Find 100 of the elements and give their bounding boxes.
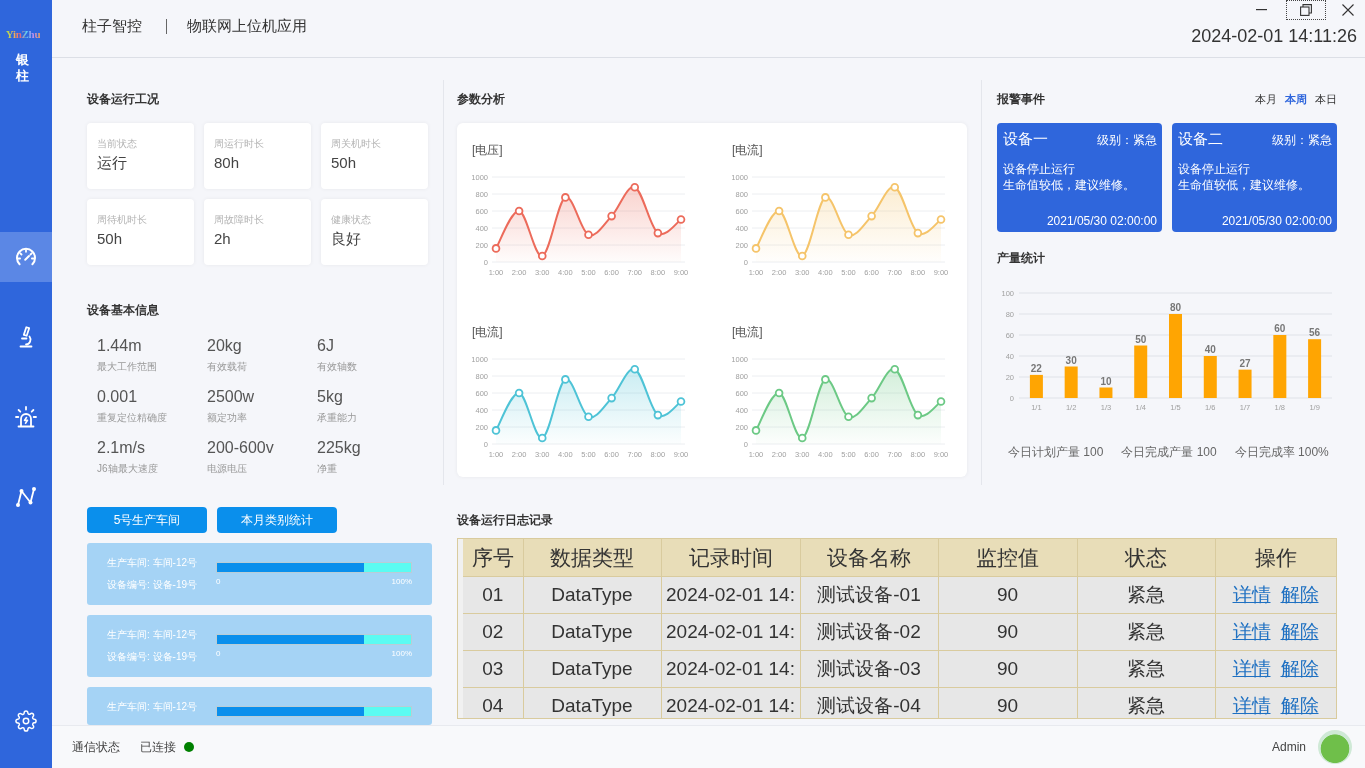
production-stat: 今日计划产量 100 bbox=[1008, 444, 1104, 460]
column-header: 操作 bbox=[1215, 539, 1336, 577]
user-name: Admin bbox=[1272, 740, 1306, 754]
table-cell: 04 bbox=[463, 687, 523, 718]
alarm-message: 生命值较低，建议维修。 bbox=[1003, 177, 1135, 193]
value-label: 10 bbox=[1100, 375, 1112, 387]
spec-value: 2.1m/s bbox=[97, 438, 146, 458]
production-stat: 今日完成产量 100 bbox=[1121, 444, 1217, 460]
brand-name: 银柱 bbox=[15, 52, 29, 84]
bar bbox=[1308, 339, 1322, 398]
action-link[interactable]: 详情 bbox=[1232, 621, 1271, 642]
path-icon bbox=[14, 485, 38, 510]
column-header: 记录时间 bbox=[661, 539, 800, 577]
period-tab[interactable]: 本周 bbox=[1285, 92, 1307, 106]
spec-label: 承重能力 bbox=[317, 411, 358, 425]
data-point bbox=[890, 364, 900, 374]
chart-title: [电压] bbox=[472, 142, 503, 159]
data-point bbox=[844, 230, 853, 240]
data-point bbox=[774, 206, 784, 216]
action-link[interactable]: 解除 bbox=[1280, 695, 1319, 716]
workshop-label: 生产车间: 车间-12号 bbox=[107, 700, 198, 714]
value-label: 50 bbox=[1135, 333, 1147, 345]
production-stat: 今日完成率 100% bbox=[1234, 444, 1329, 460]
status-value: 2h bbox=[214, 229, 232, 249]
spec-value: 225kg bbox=[317, 438, 362, 458]
workshop-button[interactable]: 5号生产车间 bbox=[87, 507, 207, 533]
data-point bbox=[751, 244, 761, 253]
data-point bbox=[676, 397, 686, 406]
status-label: 当前状态 bbox=[97, 138, 138, 150]
section-title: 设备运行日志记录 bbox=[457, 512, 554, 528]
status-label: 周待机时长 bbox=[97, 214, 148, 226]
status-value: 运行 bbox=[97, 153, 128, 173]
restore-button[interactable] bbox=[1286, 0, 1326, 20]
column-header: 监控值 bbox=[938, 539, 1077, 577]
data-point bbox=[537, 251, 547, 261]
action-link[interactable]: 解除 bbox=[1280, 621, 1319, 642]
spec-value: 2500w bbox=[207, 387, 256, 407]
data-point bbox=[867, 211, 876, 221]
close-icon bbox=[1342, 4, 1354, 16]
period-tab[interactable]: 本日 bbox=[1315, 92, 1337, 106]
table-cell: DataType bbox=[523, 650, 661, 688]
spec-label: 净重 bbox=[317, 462, 338, 476]
workshop-label: 生产车间: 车间-12号 bbox=[107, 628, 198, 642]
table-cell: 2024-02-01 14: bbox=[661, 687, 800, 718]
alarm-time: 2021/05/30 02:00:00 bbox=[1221, 213, 1332, 229]
table-cell: 2024-02-01 14: bbox=[661, 650, 800, 688]
column-header: 序号 bbox=[463, 539, 523, 577]
chart-title: [电流] bbox=[732, 142, 763, 159]
connection-label: 通信状态 bbox=[72, 739, 120, 755]
data-point bbox=[936, 397, 946, 406]
table-cell: 01 bbox=[463, 576, 523, 614]
bar bbox=[1099, 387, 1113, 398]
action-link[interactable]: 详情 bbox=[1232, 584, 1271, 605]
nav-button[interactable] bbox=[0, 232, 52, 283]
status-label: 周运行时长 bbox=[214, 138, 265, 150]
section-title: 产量统计 bbox=[997, 250, 1045, 266]
table-cell: 90 bbox=[938, 650, 1077, 688]
section-title: 设备运行工况 bbox=[87, 91, 160, 107]
workshop-button[interactable]: 本月类别统计 bbox=[217, 507, 337, 533]
spec-value: 5kg bbox=[317, 387, 344, 407]
column-header: 设备名称 bbox=[800, 539, 938, 577]
period-tab[interactable]: 本月 bbox=[1255, 92, 1277, 106]
data-point bbox=[821, 193, 830, 202]
company-name: 柱子智控 bbox=[82, 16, 142, 36]
data-point bbox=[797, 433, 807, 443]
spec-value: 6J bbox=[317, 336, 335, 356]
data-point bbox=[630, 182, 640, 192]
status-value: 50h bbox=[97, 229, 124, 249]
alarm-severity: 级别：紧急 bbox=[1097, 132, 1157, 148]
data-point bbox=[653, 410, 663, 420]
action-link[interactable]: 详情 bbox=[1232, 658, 1271, 679]
minimize-icon bbox=[1255, 9, 1267, 11]
table-cell: 紧急 bbox=[1077, 613, 1215, 651]
value-label: 40 bbox=[1204, 344, 1216, 355]
data-point bbox=[630, 364, 640, 374]
table-cell: DataType bbox=[523, 576, 661, 614]
data-point bbox=[797, 251, 807, 261]
bar bbox=[1134, 345, 1148, 398]
data-point bbox=[491, 426, 501, 435]
action-link[interactable]: 详情 bbox=[1232, 695, 1271, 716]
siren-icon bbox=[14, 405, 38, 430]
table-cell: 90 bbox=[938, 613, 1077, 651]
alarm-message: 设备停止运行 bbox=[1178, 161, 1250, 177]
scale-label: 0 bbox=[216, 648, 221, 659]
spec-label: 有效轴数 bbox=[317, 360, 358, 374]
data-point bbox=[751, 426, 761, 435]
spec-value: 1.44m bbox=[97, 336, 143, 356]
section-title: 设备基本信息 bbox=[87, 302, 160, 318]
action-link[interactable]: 解除 bbox=[1280, 584, 1319, 605]
data-point bbox=[607, 393, 616, 403]
table-cell: 2024-02-01 14: bbox=[661, 613, 800, 651]
data-point bbox=[913, 410, 923, 420]
spec-label: 有效载荷 bbox=[207, 360, 248, 374]
action-link[interactable]: 解除 bbox=[1280, 658, 1319, 679]
column-header: 状态 bbox=[1077, 539, 1215, 577]
table-cell: 测试设备-02 bbox=[800, 613, 938, 651]
restore-icon bbox=[1300, 4, 1312, 16]
data-point bbox=[653, 228, 663, 238]
device-label: 设备编号: 设备-19号 bbox=[107, 650, 198, 664]
alarm-device: 设备二 bbox=[1178, 129, 1223, 149]
